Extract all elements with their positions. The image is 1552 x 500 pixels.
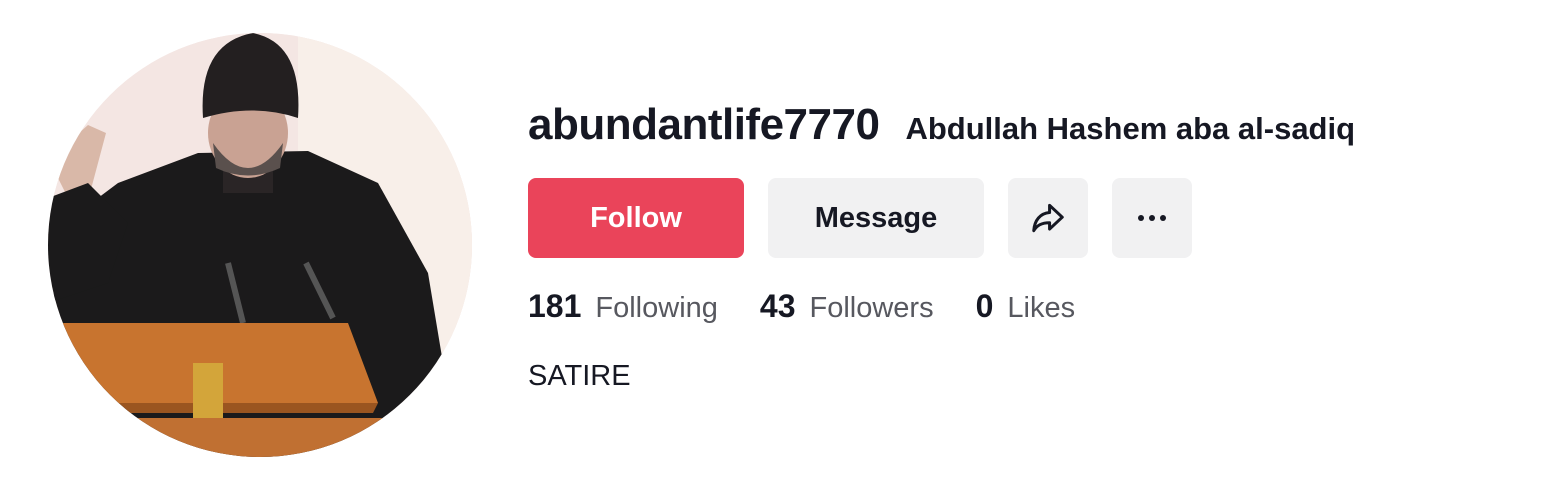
following-stat[interactable]: 181 Following xyxy=(528,288,718,325)
message-button[interactable]: Message xyxy=(768,178,984,258)
share-arrow-icon xyxy=(1032,203,1064,233)
more-dots-icon xyxy=(1138,215,1166,221)
following-label: Following xyxy=(595,292,718,324)
avatar-image xyxy=(48,33,472,457)
share-button[interactable] xyxy=(1008,178,1088,258)
followers-label: Followers xyxy=(809,292,934,324)
likes-count: 0 xyxy=(975,288,994,324)
follow-button[interactable]: Follow xyxy=(528,178,744,258)
likes-stat: 0 Likes xyxy=(976,288,1076,325)
username: abundantlife7770 xyxy=(528,100,880,149)
followers-stat[interactable]: 43 Followers xyxy=(760,288,934,325)
following-count: 181 xyxy=(528,288,582,324)
more-options-button[interactable] xyxy=(1112,178,1192,258)
likes-label: Likes xyxy=(1007,292,1076,324)
profile-stats: 181 Following 43 Followers 0 Likes xyxy=(528,288,1117,325)
profile-bio: SATIRE xyxy=(528,360,631,392)
followers-count: 43 xyxy=(759,288,796,324)
profile-names: abundantlife7770 Abdullah Hashem aba al-… xyxy=(528,100,1355,150)
profile-avatar[interactable] xyxy=(48,33,472,457)
nickname: Abdullah Hashem aba al-sadiq xyxy=(905,111,1356,146)
